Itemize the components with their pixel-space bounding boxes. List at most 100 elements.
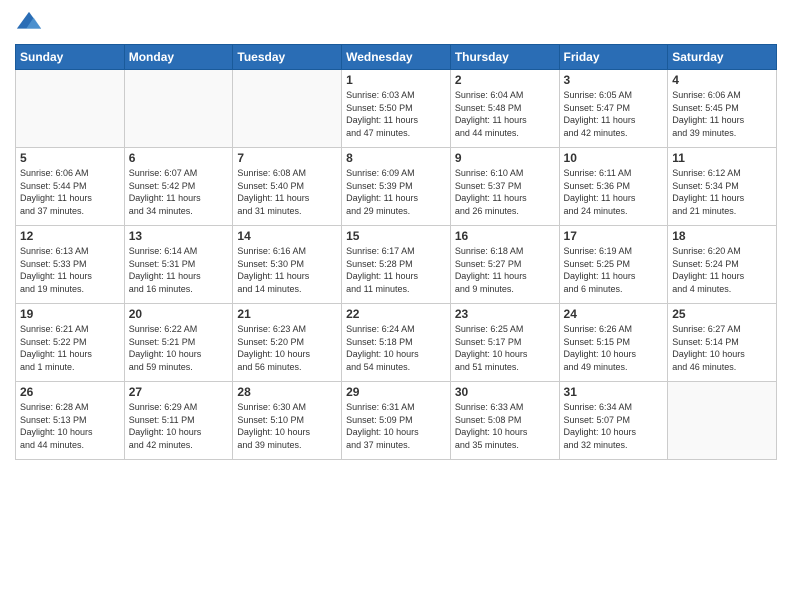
- day-info: Sunrise: 6:30 AM Sunset: 5:10 PM Dayligh…: [237, 401, 337, 451]
- calendar-cell: 25 Sunrise: 6:27 AM Sunset: 5:14 PM Dayli…: [668, 304, 777, 382]
- day-info: Sunrise: 6:27 AM Sunset: 5:14 PM Dayligh…: [672, 323, 772, 373]
- calendar-cell: 7Sunrise: 6:08 AM Sunset: 5:40 PM Daylig…: [233, 148, 342, 226]
- calendar-cell: 17 Sunrise: 6:19 AM Sunset: 5:25 PM Dayli…: [559, 226, 668, 304]
- day-number: 17: [564, 229, 664, 243]
- calendar-cell: 19Sunrise: 6:21 AM Sunset: 5:22 PM Dayli…: [16, 304, 125, 382]
- day-number: 19: [20, 307, 120, 321]
- day-number: 14: [237, 229, 337, 243]
- day-number: 28: [237, 385, 337, 399]
- day-number: 27: [129, 385, 229, 399]
- day-number: 29: [346, 385, 446, 399]
- day-info: Sunrise: 6:06 AM Sunset: 5:45 PM Dayligh…: [672, 89, 772, 139]
- day-number: 24: [564, 307, 664, 321]
- day-number: 12: [20, 229, 120, 243]
- day-info: Sunrise: 6:29 AM Sunset: 5:11 PM Dayligh…: [129, 401, 229, 451]
- day-info: Sunrise: 6:23 AM Sunset: 5:20 PM Dayligh…: [237, 323, 337, 373]
- day-number: 30: [455, 385, 555, 399]
- calendar-cell: 24 Sunrise: 6:26 AM Sunset: 5:15 PM Dayli…: [559, 304, 668, 382]
- calendar-header-saturday: Saturday: [668, 45, 777, 70]
- calendar-cell: 13 Sunrise: 6:14 AM Sunset: 5:31 PM Dayli…: [124, 226, 233, 304]
- day-number: 8: [346, 151, 446, 165]
- calendar-cell: 2Sunrise: 6:04 AM Sunset: 5:48 PM Daylig…: [450, 70, 559, 148]
- day-number: 26: [20, 385, 120, 399]
- day-info: Sunrise: 6:20 AM Sunset: 5:24 PM Dayligh…: [672, 245, 772, 295]
- calendar-cell: [668, 382, 777, 460]
- calendar-cell: 10 Sunrise: 6:11 AM Sunset: 5:36 PM Dayli…: [559, 148, 668, 226]
- day-number: 21: [237, 307, 337, 321]
- day-info: Sunrise: 6:14 AM Sunset: 5:31 PM Dayligh…: [129, 245, 229, 295]
- calendar-cell: 9 Sunrise: 6:10 AM Sunset: 5:37 PM Daylig…: [450, 148, 559, 226]
- calendar-cell: 15Sunrise: 6:17 AM Sunset: 5:28 PM Dayli…: [342, 226, 451, 304]
- day-number: 15: [346, 229, 446, 243]
- calendar-header-row: SundayMondayTuesdayWednesdayThursdayFrid…: [16, 45, 777, 70]
- day-info: Sunrise: 6:09 AM Sunset: 5:39 PM Dayligh…: [346, 167, 446, 217]
- calendar-cell: 29 Sunrise: 6:31 AM Sunset: 5:09 PM Dayli…: [342, 382, 451, 460]
- day-info: Sunrise: 6:26 AM Sunset: 5:15 PM Dayligh…: [564, 323, 664, 373]
- calendar-cell: 26 Sunrise: 6:28 AM Sunset: 5:13 PM Dayli…: [16, 382, 125, 460]
- day-number: 10: [564, 151, 664, 165]
- calendar-header-monday: Monday: [124, 45, 233, 70]
- calendar-cell: 18 Sunrise: 6:20 AM Sunset: 5:24 PM Dayli…: [668, 226, 777, 304]
- day-number: 4: [672, 73, 772, 87]
- logo-icon: [15, 10, 43, 38]
- calendar-cell: 6 Sunrise: 6:07 AM Sunset: 5:42 PM Daylig…: [124, 148, 233, 226]
- day-number: 3: [564, 73, 664, 87]
- calendar-cell: [124, 70, 233, 148]
- day-number: 22: [346, 307, 446, 321]
- day-info: Sunrise: 6:18 AM Sunset: 5:27 PM Dayligh…: [455, 245, 555, 295]
- week-row-5: 26 Sunrise: 6:28 AM Sunset: 5:13 PM Dayli…: [16, 382, 777, 460]
- week-row-4: 19Sunrise: 6:21 AM Sunset: 5:22 PM Dayli…: [16, 304, 777, 382]
- day-info: Sunrise: 6:07 AM Sunset: 5:42 PM Dayligh…: [129, 167, 229, 217]
- day-info: Sunrise: 6:16 AM Sunset: 5:30 PM Dayligh…: [237, 245, 337, 295]
- day-info: Sunrise: 6:33 AM Sunset: 5:08 PM Dayligh…: [455, 401, 555, 451]
- day-info: Sunrise: 6:19 AM Sunset: 5:25 PM Dayligh…: [564, 245, 664, 295]
- calendar-cell: 14 Sunrise: 6:16 AM Sunset: 5:30 PM Dayli…: [233, 226, 342, 304]
- day-info: Sunrise: 6:28 AM Sunset: 5:13 PM Dayligh…: [20, 401, 120, 451]
- day-info: Sunrise: 6:22 AM Sunset: 5:21 PM Dayligh…: [129, 323, 229, 373]
- day-number: 9: [455, 151, 555, 165]
- day-number: 13: [129, 229, 229, 243]
- calendar-header-sunday: Sunday: [16, 45, 125, 70]
- day-info: Sunrise: 6:24 AM Sunset: 5:18 PM Dayligh…: [346, 323, 446, 373]
- day-info: Sunrise: 6:05 AM Sunset: 5:47 PM Dayligh…: [564, 89, 664, 139]
- day-number: 25: [672, 307, 772, 321]
- day-info: Sunrise: 6:12 AM Sunset: 5:34 PM Dayligh…: [672, 167, 772, 217]
- calendar-header-thursday: Thursday: [450, 45, 559, 70]
- logo: [15, 10, 47, 38]
- calendar-cell: [233, 70, 342, 148]
- calendar-cell: 8 Sunrise: 6:09 AM Sunset: 5:39 PM Daylig…: [342, 148, 451, 226]
- day-number: 7: [237, 151, 337, 165]
- header: [15, 10, 777, 38]
- calendar-cell: 21 Sunrise: 6:23 AM Sunset: 5:20 PM Dayli…: [233, 304, 342, 382]
- calendar-cell: 4 Sunrise: 6:06 AM Sunset: 5:45 PM Daylig…: [668, 70, 777, 148]
- calendar-cell: 1Sunrise: 6:03 AM Sunset: 5:50 PM Daylig…: [342, 70, 451, 148]
- calendar-cell: 23Sunrise: 6:25 AM Sunset: 5:17 PM Dayli…: [450, 304, 559, 382]
- calendar-table: SundayMondayTuesdayWednesdayThursdayFrid…: [15, 44, 777, 460]
- day-info: Sunrise: 6:06 AM Sunset: 5:44 PM Dayligh…: [20, 167, 120, 217]
- calendar-cell: 16 Sunrise: 6:18 AM Sunset: 5:27 PM Dayli…: [450, 226, 559, 304]
- day-info: Sunrise: 6:13 AM Sunset: 5:33 PM Dayligh…: [20, 245, 120, 295]
- calendar-header-wednesday: Wednesday: [342, 45, 451, 70]
- day-number: 16: [455, 229, 555, 243]
- week-row-2: 5 Sunrise: 6:06 AM Sunset: 5:44 PM Daylig…: [16, 148, 777, 226]
- day-info: Sunrise: 6:10 AM Sunset: 5:37 PM Dayligh…: [455, 167, 555, 217]
- day-number: 18: [672, 229, 772, 243]
- day-number: 31: [564, 385, 664, 399]
- week-row-1: 1Sunrise: 6:03 AM Sunset: 5:50 PM Daylig…: [16, 70, 777, 148]
- calendar-cell: 11Sunrise: 6:12 AM Sunset: 5:34 PM Dayli…: [668, 148, 777, 226]
- calendar-cell: 27 Sunrise: 6:29 AM Sunset: 5:11 PM Dayli…: [124, 382, 233, 460]
- page-container: SundayMondayTuesdayWednesdayThursdayFrid…: [0, 0, 792, 612]
- day-info: Sunrise: 6:11 AM Sunset: 5:36 PM Dayligh…: [564, 167, 664, 217]
- calendar-cell: 5 Sunrise: 6:06 AM Sunset: 5:44 PM Daylig…: [16, 148, 125, 226]
- calendar-cell: 31Sunrise: 6:34 AM Sunset: 5:07 PM Dayli…: [559, 382, 668, 460]
- day-number: 6: [129, 151, 229, 165]
- calendar-cell: [16, 70, 125, 148]
- day-number: 5: [20, 151, 120, 165]
- calendar-cell: 28 Sunrise: 6:30 AM Sunset: 5:10 PM Dayli…: [233, 382, 342, 460]
- calendar-cell: 20Sunrise: 6:22 AM Sunset: 5:21 PM Dayli…: [124, 304, 233, 382]
- calendar-cell: 22 Sunrise: 6:24 AM Sunset: 5:18 PM Dayli…: [342, 304, 451, 382]
- week-row-3: 12 Sunrise: 6:13 AM Sunset: 5:33 PM Dayli…: [16, 226, 777, 304]
- day-info: Sunrise: 6:31 AM Sunset: 5:09 PM Dayligh…: [346, 401, 446, 451]
- calendar-cell: 30 Sunrise: 6:33 AM Sunset: 5:08 PM Dayli…: [450, 382, 559, 460]
- day-number: 23: [455, 307, 555, 321]
